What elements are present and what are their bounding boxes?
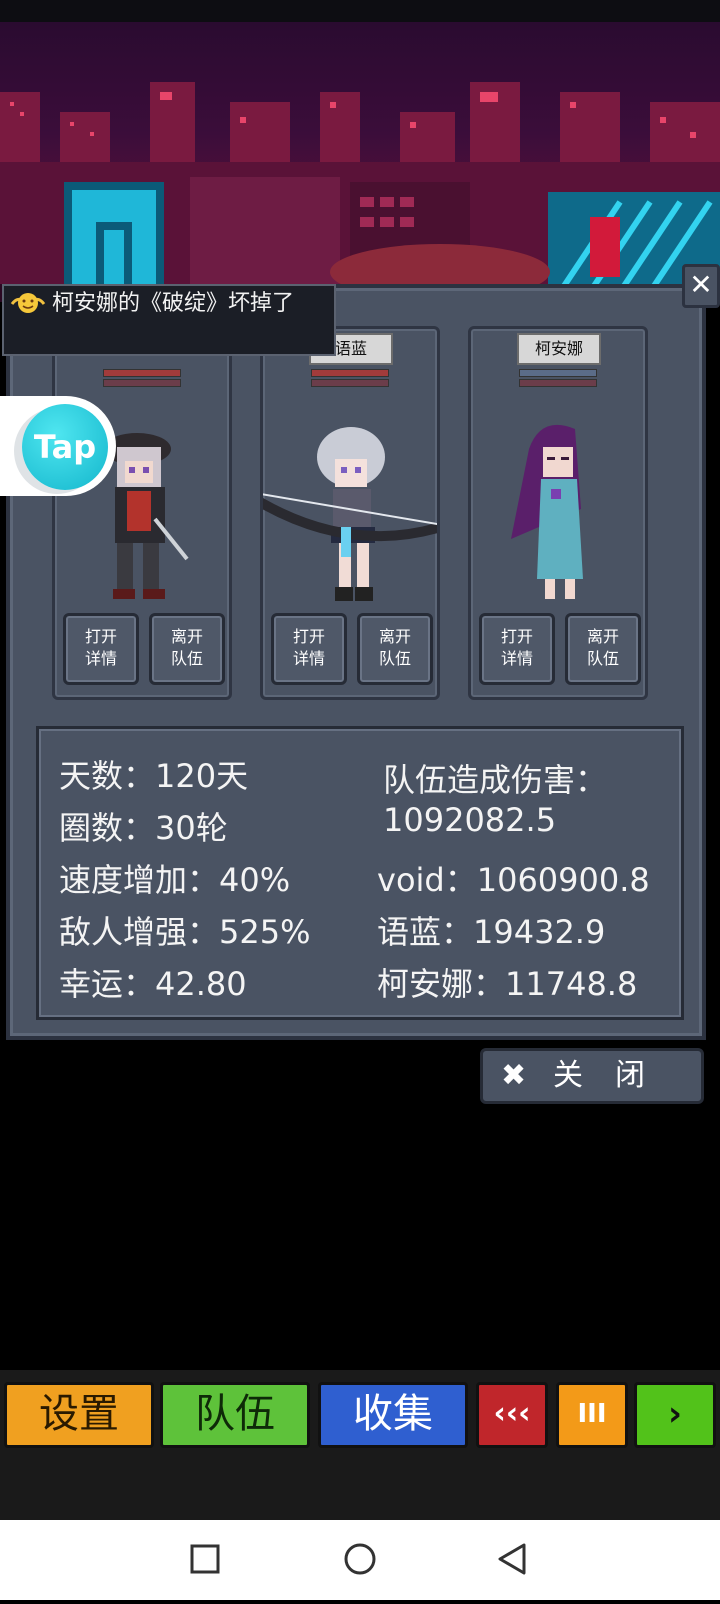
game-menu-bar: 设置 队伍 收集 ‹‹‹ III › [0, 1370, 720, 1520]
hp-bar [311, 369, 389, 377]
home-icon[interactable] [344, 1543, 376, 1575]
stats-panel: 天数：120天 圈数：30轮 速度增加：40% 敌人增强：525% 幸运：42.… [36, 726, 684, 1020]
system-nav-bar [0, 1520, 720, 1600]
open-details-button[interactable]: 打开 详情 [271, 613, 347, 685]
leave-team-button[interactable]: 离开 队伍 [149, 613, 225, 685]
stat-speed: 速度增加：40% [59, 861, 291, 899]
notification-toast: 柯安娜的《破绽》坏掉了 [2, 284, 336, 356]
damage-void: void：1060900.8 [377, 861, 650, 899]
close-label: 关闭 [553, 1058, 677, 1093]
team-button[interactable]: 队伍 [160, 1382, 310, 1448]
party-slot-3: 柯安娜 打开 详情 离开 队伍 [468, 326, 648, 700]
toast-message: 柯安娜的《破绽》坏掉了 [52, 291, 295, 316]
collect-button[interactable]: 收集 [318, 1382, 468, 1448]
hp-bar [103, 369, 181, 377]
tap-label: Tap [22, 404, 108, 490]
cityscape-background [0, 22, 720, 302]
stat-enemy-boost: 敌人增强：525% [59, 913, 311, 951]
stat-luck: 幸运：42.80 [59, 965, 247, 1003]
mp-bar [519, 379, 597, 387]
character-name-tag: 柯安娜 [517, 333, 601, 365]
pause-button[interactable]: III [556, 1382, 628, 1448]
play-button[interactable]: › [634, 1382, 716, 1448]
character-sprite-3 [511, 424, 583, 599]
damage-total: 1092082.5 [383, 801, 557, 839]
leave-team-button[interactable]: 离开 队伍 [565, 613, 641, 685]
damage-title: 队伍造成伤害： [383, 761, 608, 799]
open-details-button[interactable]: 打开 详情 [479, 613, 555, 685]
open-details-button[interactable]: 打开 详情 [63, 613, 139, 685]
hp-bar [519, 369, 597, 377]
smiley-icon [10, 293, 46, 313]
back-icon[interactable] [498, 1543, 526, 1575]
mp-bar [311, 379, 389, 387]
mp-bar [103, 379, 181, 387]
rewind-button[interactable]: ‹‹‹ [476, 1382, 548, 1448]
close-icon: ✖ [501, 1058, 527, 1093]
taptap-floating-button[interactable]: Tap [0, 396, 116, 496]
recent-apps-icon[interactable] [190, 1544, 220, 1574]
settings-button[interactable]: 设置 [4, 1382, 154, 1448]
stat-days: 天数：120天 [59, 757, 249, 795]
party-slot-2: 语蓝 打开 详情 离开 队伍 [260, 326, 440, 700]
damage-keanna: 柯安娜：11748.8 [377, 965, 638, 1003]
close-button[interactable]: ✖ 关闭 [480, 1048, 704, 1104]
character-sprite-2 [263, 427, 437, 601]
stat-laps: 圈数：30轮 [59, 809, 228, 847]
status-bar [0, 0, 720, 22]
panel-close-icon[interactable]: ✕ [682, 264, 720, 308]
party-slot-1: 打开 详情 离开 队伍 [52, 326, 232, 700]
damage-yulan: 语蓝：19432.9 [377, 913, 606, 951]
leave-team-button[interactable]: 离开 队伍 [357, 613, 433, 685]
